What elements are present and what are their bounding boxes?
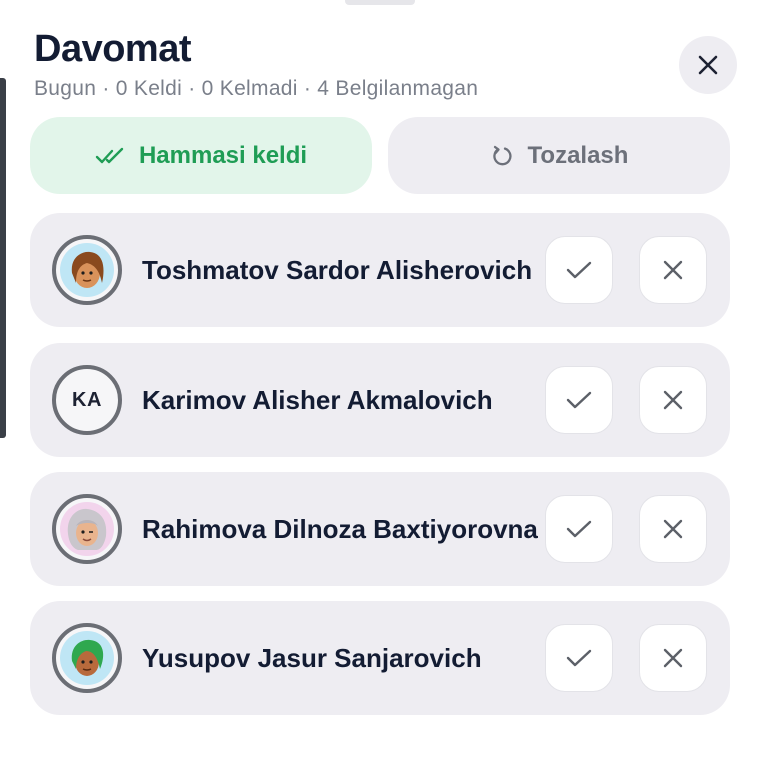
close-icon <box>663 390 683 410</box>
avatar <box>52 235 122 305</box>
reset-label: Tozalash <box>527 141 629 169</box>
close-icon <box>698 55 718 75</box>
mark-absent-button[interactable] <box>639 236 707 304</box>
avatar-initials-container: KA <box>60 373 114 427</box>
mark-present-button[interactable] <box>545 366 613 434</box>
student-name: Rahimova Dilnoza Baxtiyorovna <box>142 513 538 544</box>
mark-present-button[interactable] <box>545 236 613 304</box>
drag-handle[interactable] <box>345 0 415 5</box>
mark-all-present-label: Hammasi keldi <box>138 141 308 169</box>
student-row: Rahimova Dilnoza Baxtiyorovna <box>30 472 730 586</box>
mark-absent-button[interactable] <box>639 495 707 563</box>
avatar-icon-green-hair <box>60 631 114 685</box>
close-button[interactable] <box>679 36 737 94</box>
double-check-icon <box>95 147 124 163</box>
mark-absent-button[interactable] <box>639 366 707 434</box>
reset-button[interactable]: Tozalash <box>388 117 730 194</box>
check-icon <box>566 520 592 538</box>
mark-all-present-button[interactable]: Hammasi keldi <box>30 117 372 194</box>
close-icon <box>663 260 683 280</box>
avatar <box>52 494 122 564</box>
close-icon <box>663 648 683 668</box>
attendance-summary: Bugun · 0 Keldi · 0 Kelmadi · 4 Belgilan… <box>34 77 479 100</box>
student-row: Toshmatov Sardor Alisherovich <box>30 213 730 327</box>
check-icon <box>566 391 592 409</box>
attendance-sheet: Davomat Bugun · 0 Keldi · 0 Kelmadi · 4 … <box>0 0 760 760</box>
reset-icon <box>492 145 512 165</box>
student-name: Karimov Alisher Akmalovich <box>142 384 493 415</box>
close-icon <box>663 519 683 539</box>
mark-present-button[interactable] <box>545 495 613 563</box>
mark-absent-button[interactable] <box>639 624 707 692</box>
avatar-icon-brown-hair <box>60 243 114 297</box>
avatar-icon-gray-hair <box>60 502 114 556</box>
check-icon <box>566 649 592 667</box>
student-row: KA Karimov Alisher Akmalovich <box>30 343 730 457</box>
check-icon <box>566 261 592 279</box>
student-row: Yusupov Jasur Sanjarovich <box>30 601 730 715</box>
page-title: Davomat <box>34 28 192 70</box>
student-name: Toshmatov Sardor Alisherovich <box>142 254 533 285</box>
scroll-edge-indicator <box>0 78 6 438</box>
student-name: Yusupov Jasur Sanjarovich <box>142 642 482 673</box>
avatar <box>52 623 122 693</box>
mark-present-button[interactable] <box>545 624 613 692</box>
avatar: KA <box>52 365 122 435</box>
avatar-initials: KA <box>72 388 102 411</box>
